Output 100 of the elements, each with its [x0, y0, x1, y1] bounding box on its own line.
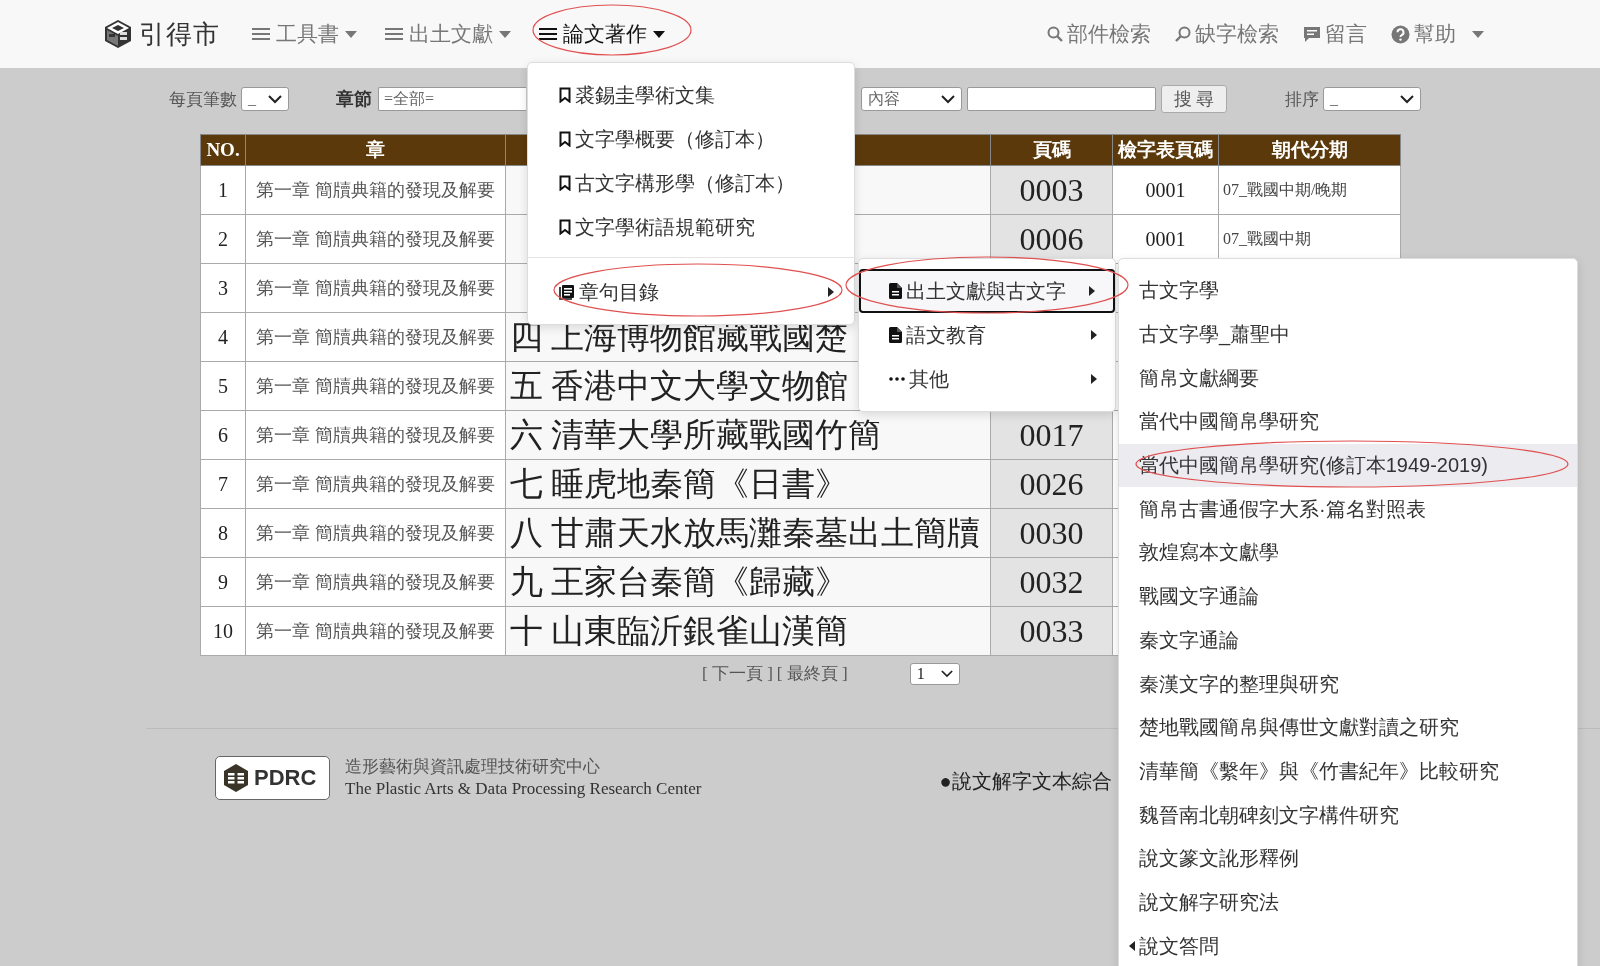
menu-icon: [385, 27, 403, 41]
sort-select[interactable]: _: [1323, 87, 1421, 111]
table-cell: 第一章 簡牘典籍的發現及解要: [245, 410, 506, 460]
chevron-down-icon: [940, 669, 953, 678]
bookmark-icon: [559, 87, 571, 103]
menu-item[interactable]: 戰國文字通論: [1119, 574, 1577, 619]
caret-down-icon: [1472, 30, 1484, 38]
table-cell: 6: [200, 410, 246, 460]
menu-item[interactable]: 說文篆文訛形釋例: [1119, 836, 1577, 881]
table-cell: 5: [200, 361, 246, 411]
table-cell: 0003: [990, 165, 1113, 215]
nav-menu[interactable]: 工具書: [248, 16, 361, 52]
cube-logo-icon: [103, 19, 133, 49]
menu-icon: [252, 27, 270, 41]
menu-item[interactable]: 說文解字研究法: [1119, 880, 1577, 925]
field-label: 每頁筆數: [169, 88, 237, 111]
caret-right-icon: [1091, 374, 1097, 384]
table-cell: 第一章 簡牘典籍的發現及解要: [245, 165, 506, 215]
caret-left-icon: [1129, 941, 1135, 952]
chevron-down-icon: [1400, 94, 1414, 104]
chapter-field[interactable]: =全部=: [378, 87, 526, 111]
page-size-select[interactable]: _: [241, 87, 289, 111]
column-header: 檢字表頁碼: [1112, 134, 1219, 166]
nav-menu[interactable]: 出土文獻: [381, 16, 515, 52]
more-icon: [889, 377, 905, 381]
caret-right-icon: [1091, 330, 1097, 340]
site-name[interactable]: 引得市: [139, 16, 220, 52]
chevron-down-icon: [941, 94, 955, 104]
table-cell: 7: [200, 459, 246, 509]
pagination-link[interactable]: [ 下一頁 ]: [702, 662, 773, 685]
field-label: 排序: [1285, 88, 1319, 111]
table-cell: 八 甘肅天水放馬灘秦墓出土簡牘: [505, 508, 991, 558]
comment-icon: [1303, 25, 1321, 43]
document-icon: [889, 327, 902, 343]
help-menu[interactable]: 幫助: [1391, 20, 1484, 48]
list-icon: [559, 284, 575, 300]
footer-link[interactable]: ●說文解字文本綜合: [939, 767, 1112, 795]
menu-item[interactable]: 說文答問: [1119, 924, 1577, 966]
search-link[interactable]: 部件檢索: [1047, 20, 1151, 48]
table-cell: 第一章 簡牘典籍的發現及解要: [245, 459, 506, 509]
table-cell: 十 山東臨沂銀雀山漢簡: [505, 606, 991, 656]
table-cell: 8: [200, 508, 246, 558]
menu-item[interactable]: 魏晉南北朝碑刻文字構件研究: [1119, 793, 1577, 837]
menu-item[interactable]: 古文字學: [1119, 269, 1577, 313]
search-field[interactable]: [967, 87, 1156, 111]
message-link[interactable]: 留言: [1303, 20, 1367, 48]
table-cell: 0030: [990, 508, 1113, 558]
menu-item[interactable]: 當代中國簡帛學研究(修訂本1949-2019): [1119, 443, 1577, 488]
table-cell: 0033: [990, 606, 1113, 656]
page-select[interactable]: 1: [909, 662, 960, 685]
table-cell: 第一章 簡牘典籍的發現及解要: [245, 557, 506, 607]
menu-item[interactable]: 文字學術語規範研究: [528, 205, 854, 249]
table-cell: 3: [200, 263, 246, 313]
menu-item[interactable]: 出土文獻與古文字: [859, 269, 1115, 313]
search-icon: [1047, 26, 1063, 42]
chevron-down-icon: [268, 94, 282, 104]
table-cell: 07_戰國中期/晚期: [1218, 165, 1401, 215]
caret-right-icon: [828, 287, 834, 297]
table-cell: 第一章 簡牘典籍的發現及解要: [245, 508, 506, 558]
menu-item[interactable]: 當代中國簡帛學研究: [1119, 400, 1577, 444]
caret-down-icon: [499, 30, 511, 38]
pdrc-logo: PDRC: [215, 756, 330, 800]
menu-item[interactable]: 古文字學_蕭聖中: [1119, 312, 1577, 357]
menu-item[interactable]: 章句目錄: [528, 270, 854, 314]
menu-item[interactable]: 清華簡《繫年》與《竹書紀年》比較研究: [1119, 749, 1577, 794]
table-cell: 1: [200, 165, 246, 215]
table-cell: 9: [200, 557, 246, 607]
table-cell: 2: [200, 214, 246, 264]
bookmark-icon: [559, 175, 571, 191]
menu-item[interactable]: 簡帛古書通假字大系·篇名對照表: [1119, 487, 1577, 532]
menu-item[interactable]: 秦漢文字的整理與研究: [1119, 662, 1577, 706]
menu-item[interactable]: 文字學概要（修訂本）: [528, 117, 854, 161]
table-cell: 第一章 簡牘典籍的發現及解要: [245, 263, 506, 313]
column-header: 朝代分期: [1218, 134, 1401, 166]
nav-menu[interactable]: 論文著作: [535, 16, 669, 52]
menu-item[interactable]: 敦煌寫本文獻學: [1119, 531, 1577, 575]
caret-down-icon: [653, 30, 665, 38]
bookmark-icon: [559, 219, 571, 235]
menu-item[interactable]: 楚地戰國簡帛與傳世文獻對讀之研究: [1119, 705, 1577, 750]
table-cell: 0026: [990, 459, 1113, 509]
help-icon: [1391, 24, 1410, 44]
pagination-link[interactable]: [ 最終頁 ]: [776, 662, 848, 685]
field-select[interactable]: 內容: [861, 87, 962, 111]
search-link[interactable]: 缺字檢索: [1175, 20, 1279, 48]
table-cell: 0001: [1112, 165, 1219, 215]
menu-item[interactable]: 裘錫圭學術文集: [528, 73, 854, 117]
table-cell: 第一章 簡牘典籍的發現及解要: [245, 361, 506, 411]
table-cell: 0017: [990, 410, 1113, 460]
table-cell: 4: [200, 312, 246, 362]
table-cell: 六 清華大學所藏戰國竹簡: [505, 410, 991, 460]
search-icon: [1175, 26, 1191, 42]
menu-item[interactable]: 秦文字通論: [1119, 618, 1577, 663]
organization-name: The Plastic Arts & Data Processing Research Center: [345, 778, 702, 800]
caret-right-icon: [1089, 286, 1095, 296]
menu-item[interactable]: 簡帛文獻綱要: [1119, 356, 1577, 401]
menu-item[interactable]: 古文字構形學（修訂本）: [528, 161, 854, 205]
menu-icon: [539, 27, 557, 41]
organization-name: 造形藝術與資訊處理技術研究中心: [345, 756, 601, 778]
table-cell: 七 睡虎地秦簡《日書》: [505, 459, 991, 509]
search-button[interactable]: 搜 尋: [1161, 85, 1227, 113]
